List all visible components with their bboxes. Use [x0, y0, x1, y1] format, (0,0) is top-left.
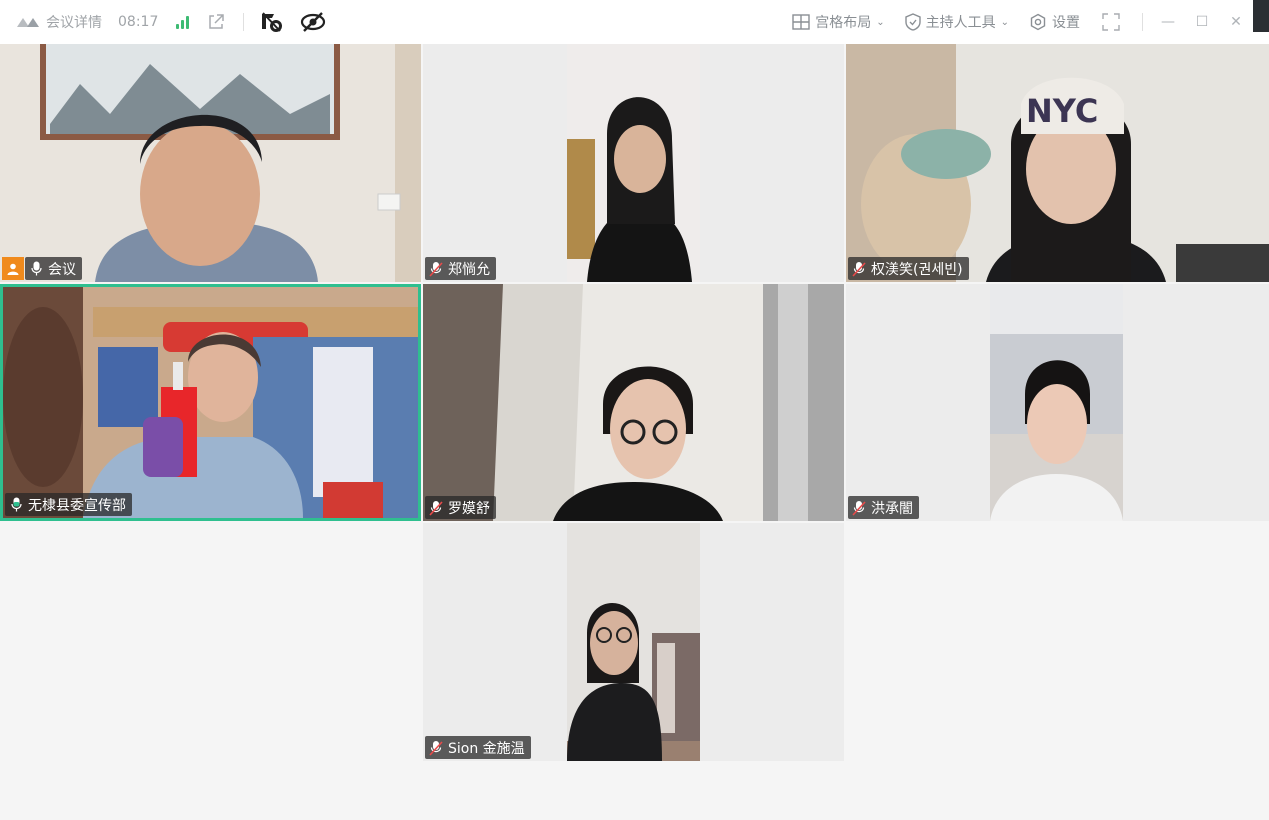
- participant-video: [567, 44, 700, 282]
- settings-button[interactable]: 设置: [1029, 12, 1080, 32]
- participant-name: 权渼笑(권세빈): [871, 261, 963, 278]
- participant-name-tag: 无棣县委宣传部: [5, 493, 132, 516]
- divider: [243, 13, 245, 31]
- host-badge-icon: [2, 257, 24, 280]
- svg-text:NYC: NYC: [1026, 92, 1098, 130]
- title-bar: 会议详情 08:17 宫格布局 ⌄ 主持人工具 ⌄ 设置 — ☐ ✕: [0, 0, 1269, 44]
- settings-label: 设置: [1052, 15, 1080, 31]
- close-button[interactable]: ✕: [1219, 14, 1253, 30]
- video-tile[interactable]: Sion 金施温: [423, 523, 844, 761]
- stop-recording-icon[interactable]: [260, 11, 284, 33]
- video-tile[interactable]: 罗嫫舒: [423, 284, 844, 521]
- participant-name: 无棣县委宣传部: [28, 497, 126, 514]
- fullscreen-button[interactable]: [1102, 13, 1120, 31]
- microphone-muted-icon: [852, 500, 866, 516]
- participant-name-tag: 会议: [25, 257, 82, 280]
- minimize-button[interactable]: —: [1151, 14, 1185, 30]
- participant-name-tag: 权渼笑(권세빈): [848, 257, 969, 280]
- maximize-button[interactable]: ☐: [1185, 14, 1219, 30]
- microphone-speaking-icon: [9, 497, 23, 513]
- participant-name: 洪承闇: [871, 500, 913, 517]
- video-tile[interactable]: NYC 权渼笑(권세빈): [846, 44, 1269, 282]
- network-signal-icon[interactable]: [176, 15, 190, 29]
- participant-video: [3, 287, 418, 518]
- microphone-muted-icon: [429, 740, 443, 756]
- host-tools-label: 主持人工具: [925, 15, 996, 31]
- chevron-down-icon: ⌄: [876, 16, 885, 28]
- window-edge: [1253, 0, 1269, 32]
- grid-layout-button[interactable]: 宫格布局 ⌄: [792, 12, 885, 32]
- grid-layout-icon: [792, 14, 810, 30]
- gear-icon: [1030, 13, 1046, 31]
- participant-video: [990, 284, 1123, 521]
- participant-video: NYC: [846, 44, 1269, 282]
- participant-name-tag: 罗嫫舒: [425, 496, 496, 519]
- participant-video: [567, 523, 700, 761]
- participant-name: Sion 金施温: [448, 740, 525, 757]
- grid-layout-label: 宫格布局: [815, 15, 872, 31]
- participant-video: [0, 44, 421, 282]
- participant-video: [423, 284, 844, 521]
- participant-name-tag: 郑惝允: [425, 257, 496, 280]
- participant-name: 罗嫫舒: [448, 500, 490, 517]
- divider: [1142, 13, 1143, 31]
- participant-name-tag: 洪承闇: [848, 496, 919, 519]
- microphone-icon: [29, 261, 43, 277]
- participant-name: 郑惝允: [448, 261, 490, 278]
- microphone-muted-icon: [429, 500, 443, 516]
- share-link-icon[interactable]: [207, 13, 225, 31]
- video-tile[interactable]: 会议: [0, 44, 421, 282]
- video-tile-active-speaker[interactable]: 无棣县委宣传部: [0, 284, 421, 521]
- meeting-timer: 08:17: [118, 14, 159, 30]
- chevron-down-icon: ⌄: [1000, 16, 1009, 28]
- shield-icon: [904, 13, 921, 31]
- participant-name: 会议: [48, 261, 76, 278]
- app-logo-icon: [17, 18, 39, 27]
- hide-video-icon[interactable]: [300, 11, 326, 33]
- video-tile[interactable]: 郑惝允: [423, 44, 844, 282]
- video-tile[interactable]: 洪承闇: [846, 284, 1269, 521]
- meeting-details-link[interactable]: 会议详情: [46, 12, 102, 32]
- host-tools-button[interactable]: 主持人工具 ⌄: [904, 12, 1009, 32]
- participant-name-tag: Sion 金施温: [425, 736, 531, 759]
- fullscreen-icon: [1102, 13, 1120, 31]
- microphone-muted-icon: [852, 261, 866, 277]
- microphone-muted-icon: [429, 261, 443, 277]
